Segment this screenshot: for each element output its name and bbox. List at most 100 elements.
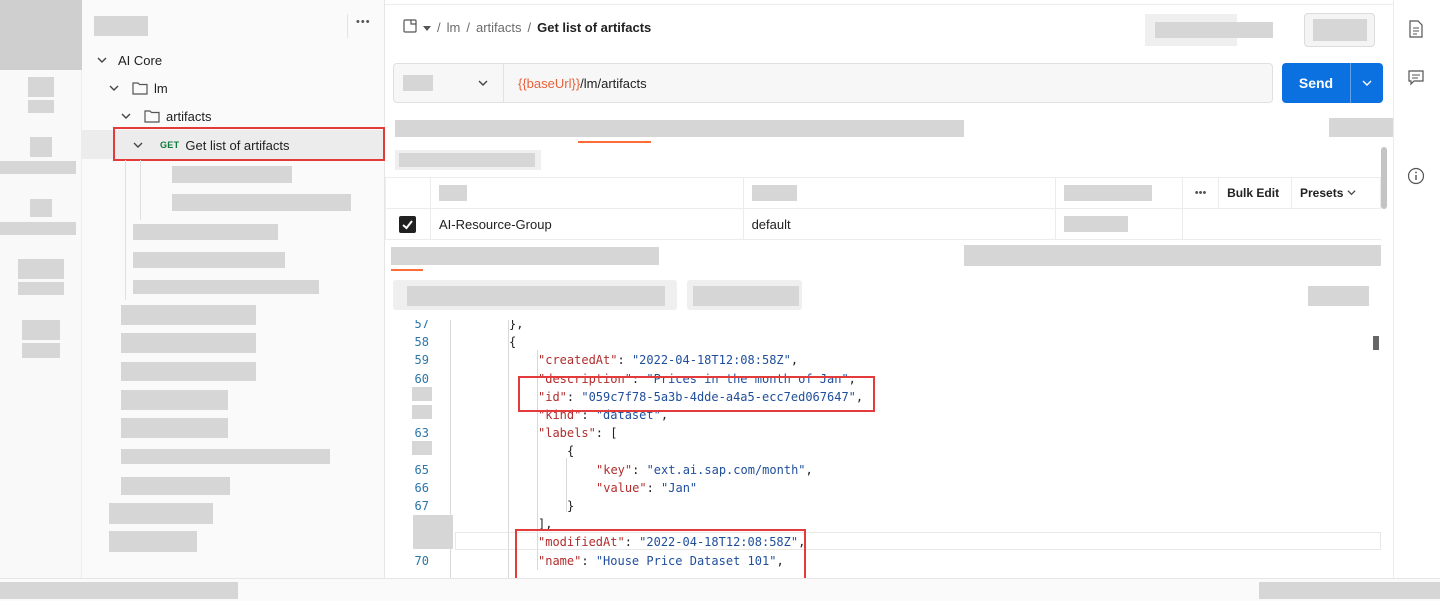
- code-line: 59 "createdAt": "2022-04-18T12:08:58Z",: [385, 351, 1385, 369]
- url-variable: {{baseUrl}}: [518, 75, 581, 91]
- tree-item-artifacts[interactable]: artifacts: [118, 102, 212, 130]
- request-type-icon[interactable]: [403, 19, 417, 36]
- rail-icon-placeholder[interactable]: [30, 199, 52, 217]
- json-punctuation: ,: [805, 462, 813, 477]
- code-scrollbar-thumb[interactable]: [1373, 336, 1379, 350]
- tree-item-placeholder[interactable]: [121, 449, 330, 464]
- rail-icon-placeholder[interactable]: [18, 259, 64, 279]
- json-punctuation: {: [567, 444, 575, 459]
- rail-icon-placeholder[interactable]: [28, 77, 54, 97]
- info-icon[interactable]: [1407, 167, 1425, 188]
- table-scrollbar[interactable]: [1381, 147, 1387, 209]
- breadcrumb-item-lm[interactable]: lm: [447, 20, 461, 35]
- right-rail: [1393, 0, 1440, 578]
- table-row: AI-Resource-Group default: [385, 208, 1381, 240]
- response-actions-placeholder[interactable]: [1308, 286, 1369, 306]
- chevron-down-icon[interactable]: [1351, 78, 1383, 88]
- code-line: 58 {: [385, 333, 1385, 351]
- description-column-header: [1055, 177, 1184, 209]
- url-input[interactable]: {{baseUrl}}/lm/artifacts: [518, 76, 647, 91]
- format-select-placeholder[interactable]: [693, 286, 799, 306]
- json-key: "labels": [538, 426, 596, 441]
- breadcrumb: / lm / artifacts / Get list of artifacts: [403, 19, 651, 36]
- request-editor: / lm / artifacts / Get list of artifacts…: [385, 0, 1393, 580]
- header-description-cell[interactable]: [1055, 208, 1184, 240]
- tree-item-placeholder[interactable]: [172, 194, 351, 211]
- header-label-placeholder: [438, 185, 467, 201]
- table-header-row: ••• Bulk Edit Presets: [385, 177, 1381, 209]
- tree-item-placeholder[interactable]: [121, 477, 230, 495]
- format-toolbar-placeholder[interactable]: [407, 286, 665, 306]
- rail-icon-placeholder[interactable]: [30, 137, 52, 157]
- status-left-placeholder[interactable]: [0, 582, 238, 599]
- rail-header-placeholder: [0, 0, 86, 70]
- line-number-placeholder: [412, 387, 432, 401]
- tree-item-placeholder[interactable]: [121, 390, 228, 410]
- line-number: 63: [414, 426, 429, 441]
- tree-item-placeholder[interactable]: [121, 362, 256, 381]
- caret-down-icon[interactable]: [423, 20, 431, 35]
- code-text: {: [567, 442, 574, 460]
- tree-item-placeholder[interactable]: [133, 252, 285, 268]
- presets-dropdown[interactable]: Presets: [1291, 177, 1381, 209]
- tree-item-placeholder[interactable]: [109, 503, 213, 524]
- code-line: 66 "value": "Jan": [385, 479, 1385, 497]
- tree-item-ai-core[interactable]: AI Core: [94, 46, 162, 74]
- line-number-placeholder: [412, 441, 432, 455]
- code-line: {: [385, 442, 1385, 460]
- tree-item-placeholder[interactable]: [109, 531, 197, 552]
- json-punctuation: },: [509, 320, 524, 331]
- header-value-cell[interactable]: default: [742, 208, 1057, 240]
- comments-icon[interactable]: [1408, 70, 1424, 89]
- tree-item-lm[interactable]: lm: [106, 74, 168, 102]
- rail-icon-placeholder[interactable]: [22, 320, 60, 340]
- description-placeholder: [1064, 216, 1129, 232]
- chevron-down-icon: [94, 52, 110, 68]
- tree-item-placeholder[interactable]: [133, 224, 278, 240]
- json-key: "createdAt": [538, 353, 618, 368]
- tree-item-placeholder[interactable]: [121, 418, 228, 438]
- documentation-icon[interactable]: [1408, 20, 1424, 41]
- breadcrumb-item-artifacts[interactable]: artifacts: [476, 20, 522, 35]
- status-right-placeholder[interactable]: [1259, 582, 1440, 599]
- rail-label-placeholder: [28, 100, 54, 113]
- chevron-down-icon: [118, 108, 134, 124]
- request-tabs-placeholder[interactable]: [395, 120, 964, 137]
- tree-item-placeholder[interactable]: [172, 166, 292, 183]
- rail-label-placeholder: [0, 161, 76, 174]
- breadcrumb-current: Get list of artifacts: [537, 20, 652, 35]
- chevron-down-icon: [1347, 186, 1356, 200]
- sidebar-more-button[interactable]: •••: [356, 16, 371, 28]
- checkbox-column-header: [385, 177, 431, 209]
- header-key-cell[interactable]: AI-Resource-Group: [429, 208, 744, 240]
- tree-item-placeholder[interactable]: [133, 280, 319, 294]
- response-tabs-placeholder[interactable]: [391, 247, 659, 265]
- json-key: "key": [596, 462, 633, 477]
- method-select[interactable]: [394, 64, 504, 102]
- rail-label-placeholder: [18, 282, 64, 295]
- line-number: 70: [414, 553, 429, 568]
- line-number: 65: [414, 462, 429, 477]
- code-text: {: [509, 333, 516, 351]
- table-more-button[interactable]: •••: [1182, 177, 1220, 209]
- line-number: 67: [414, 499, 429, 513]
- rail-label-placeholder: [0, 222, 76, 235]
- tree-guide: [140, 160, 141, 220]
- code-text: "value": "Jan": [596, 479, 697, 497]
- workspace-name-placeholder[interactable]: [94, 16, 148, 36]
- breadcrumb-separator: /: [466, 20, 470, 35]
- tree-item-placeholder[interactable]: [121, 333, 256, 353]
- send-button[interactable]: Send: [1282, 63, 1383, 103]
- rail-label-placeholder: [22, 343, 60, 358]
- code-text: "createdAt": "2022-04-18T12:08:58Z",: [538, 351, 798, 369]
- status-bar: [0, 578, 1440, 601]
- json-string: "ext.ai.sap.com/month": [646, 462, 806, 477]
- tree-item-placeholder[interactable]: [121, 305, 256, 325]
- json-punctuation: ,: [790, 353, 799, 368]
- collections-sidebar: ••• AI Core lm artifacts GET Get list of…: [82, 0, 385, 578]
- row-checkbox[interactable]: [385, 208, 431, 240]
- cookies-link-placeholder[interactable]: [1329, 118, 1393, 137]
- bulk-edit-button[interactable]: Bulk Edit: [1218, 177, 1292, 209]
- active-response-tab-indicator: [391, 269, 423, 271]
- highlight-box: [518, 376, 875, 412]
